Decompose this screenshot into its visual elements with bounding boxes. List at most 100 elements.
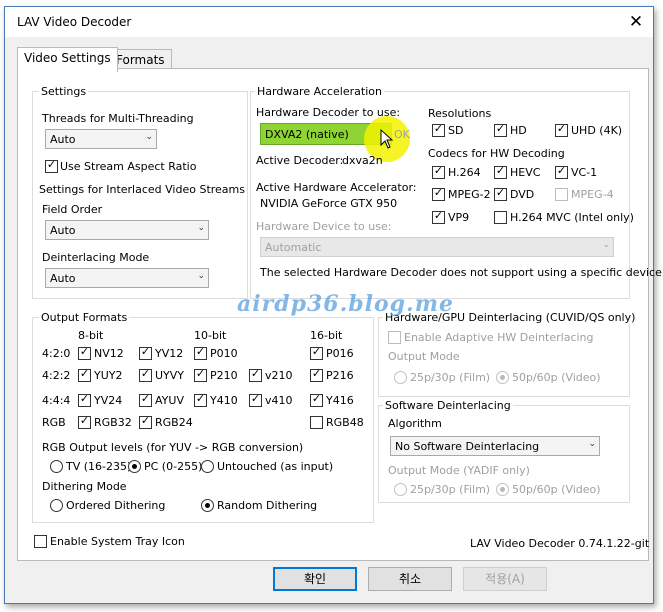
format-uyvy-checkbox[interactable]: ✓	[139, 367, 152, 382]
codec-vc1-checkbox[interactable]: ✓	[555, 164, 568, 179]
rgb-pc-radio[interactable]	[128, 460, 141, 473]
format-yv12-checkbox[interactable]: ✓	[139, 345, 152, 360]
watermark: airdp36.blog.me	[237, 291, 454, 317]
format-rgb24-label: RGB24	[155, 416, 193, 429]
output-formats-group-label: Output Formats	[39, 311, 130, 324]
checkmark-icon: ✓	[433, 209, 444, 222]
field-order-select[interactable]: Auto ⌄	[45, 220, 209, 240]
format-y416-checkbox[interactable]: ✓	[310, 392, 323, 407]
hw-device-note: The selected Hardware Decoder does not s…	[260, 266, 663, 279]
format-p010-checkbox[interactable]: ✓	[194, 345, 207, 360]
codec-hevc-checkbox[interactable]: ✓	[494, 164, 507, 179]
rgb-untouched-radio[interactable]	[201, 460, 214, 473]
rgb-tv-label: TV (16-235)	[66, 460, 132, 473]
system-tray-checkbox[interactable]	[34, 535, 47, 548]
rgb-tv-radio[interactable]	[50, 460, 63, 473]
hw-device-value: Automatic	[265, 241, 322, 254]
res-uhd-checkbox[interactable]: ✓	[555, 122, 568, 137]
hw-device-select[interactable]: Automatic ⌄	[260, 237, 614, 257]
hw-device-label: Hardware Device to use:	[256, 220, 392, 233]
res-hd-checkbox[interactable]: ✓	[494, 122, 507, 137]
format-p210-checkbox[interactable]: ✓	[194, 367, 207, 382]
rgb-pc-label: PC (0-255)	[144, 460, 203, 473]
res-uhd-label: UHD (4K)	[571, 124, 623, 137]
sw-video-label: 50p/60p (Video)	[512, 483, 601, 496]
field-order-value: Auto	[50, 224, 76, 237]
dialog-window: LAV Video Decoder ✕ Video Settings Forma…	[4, 6, 663, 604]
dither-random-radio[interactable]	[201, 499, 214, 512]
adaptive-hw-deint-label: Enable Adaptive HW Deinterlacing	[404, 331, 594, 344]
format-rgb32-checkbox[interactable]: ✓	[78, 414, 91, 429]
threads-select[interactable]: Auto ⌄	[45, 129, 157, 149]
row-label-rgb: RGB	[42, 416, 66, 429]
gpu-video-label: 50p/60p (Video)	[512, 371, 601, 384]
sw-video-radio[interactable]	[496, 483, 509, 496]
gpu-video-radio[interactable]	[496, 371, 509, 384]
resolutions-label: Resolutions	[428, 107, 492, 120]
adaptive-hw-deint-checkbox[interactable]	[388, 331, 401, 344]
cancel-button[interactable]: 취소	[368, 567, 452, 591]
dither-ordered-radio[interactable]	[50, 499, 63, 512]
format-rgb48-checkbox[interactable]	[310, 416, 323, 429]
threads-label: Threads for Multi-Threading	[42, 112, 194, 125]
format-y410-checkbox[interactable]: ✓	[194, 392, 207, 407]
codec-mpeg4-label: MPEG-4	[571, 188, 614, 201]
format-yuy2-checkbox[interactable]: ✓	[78, 367, 91, 382]
settings-group-label: Settings	[39, 85, 89, 98]
format-v210-label: v210	[265, 369, 293, 382]
format-yv24-checkbox[interactable]: ✓	[78, 392, 91, 407]
codec-h264mvc-checkbox[interactable]	[494, 211, 507, 224]
title-bar: LAV Video Decoder ✕	[5, 7, 653, 37]
close-button[interactable]: ✕	[625, 11, 647, 33]
system-tray-label: Enable System Tray Icon	[50, 535, 185, 548]
checkmark-icon: ✓	[79, 367, 90, 380]
tab-formats[interactable]: Formats	[109, 49, 172, 70]
mouse-cursor-icon	[380, 129, 394, 149]
format-p216-checkbox[interactable]: ✓	[310, 367, 323, 382]
format-ayuv-checkbox[interactable]: ✓	[139, 392, 152, 407]
format-rgb32-label: RGB32	[94, 416, 132, 429]
rgb-untouched-label: Untouched (as input)	[217, 460, 334, 473]
format-p016-checkbox[interactable]: ✓	[310, 345, 323, 360]
gpu-output-mode-label: Output Mode	[388, 350, 460, 363]
codec-h264-checkbox[interactable]: ✓	[432, 164, 445, 179]
res-sd-label: SD	[448, 124, 464, 137]
codec-dvd-checkbox[interactable]: ✓	[494, 186, 507, 201]
checkmark-icon: ✓	[79, 392, 90, 405]
ok-button[interactable]: 확인	[273, 567, 357, 591]
aspect-ratio-checkbox[interactable]: ✓	[45, 158, 58, 173]
chevron-down-icon: ⌄	[602, 240, 610, 250]
codec-hevc-label: HEVC	[510, 166, 541, 179]
format-rgb24-checkbox[interactable]: ✓	[139, 414, 152, 429]
codec-h264mvc-label: H.264 MVC (Intel only)	[510, 211, 634, 224]
sw-deint-group-label: Software Deinterlacing	[383, 399, 513, 412]
algorithm-value: No Software Deinterlacing	[395, 440, 540, 453]
codec-mpeg4-checkbox[interactable]	[555, 188, 568, 201]
checkmark-icon: ✓	[433, 122, 444, 135]
format-v410-checkbox[interactable]: ✓	[249, 392, 262, 407]
checkmark-icon: ✓	[311, 345, 322, 358]
checkmark-icon: ✓	[46, 158, 57, 171]
codec-mpeg2-checkbox[interactable]: ✓	[432, 186, 445, 201]
algorithm-select[interactable]: No Software Deinterlacing ⌄	[390, 436, 600, 456]
tab-video-settings[interactable]: Video Settings	[17, 47, 118, 72]
row-label-444: 4:4:4	[42, 394, 71, 407]
res-sd-checkbox[interactable]: ✓	[432, 122, 445, 137]
format-nv12-label: NV12	[94, 347, 124, 360]
sw-film-radio[interactable]	[394, 483, 407, 496]
format-nv12-checkbox[interactable]: ✓	[78, 345, 91, 360]
format-yuy2-label: YUY2	[94, 369, 123, 382]
format-p210-label: P210	[210, 369, 238, 382]
checkmark-icon: ✓	[250, 392, 261, 405]
checkmark-icon: ✓	[433, 186, 444, 199]
radio-dot	[205, 503, 210, 508]
codec-vp9-checkbox[interactable]: ✓	[432, 209, 445, 224]
gpu-film-radio[interactable]	[394, 371, 407, 384]
deint-mode-select[interactable]: Auto ⌄	[45, 268, 209, 288]
dither-label: Dithering Mode	[42, 480, 127, 493]
format-rgb48-label: RGB48	[326, 416, 364, 429]
apply-button[interactable]: 적용(A)	[463, 567, 547, 591]
active-accel-value: NVIDIA GeForce GTX 950	[260, 197, 398, 210]
format-v210-checkbox[interactable]: ✓	[249, 367, 262, 382]
checkmark-icon: ✓	[195, 392, 206, 405]
